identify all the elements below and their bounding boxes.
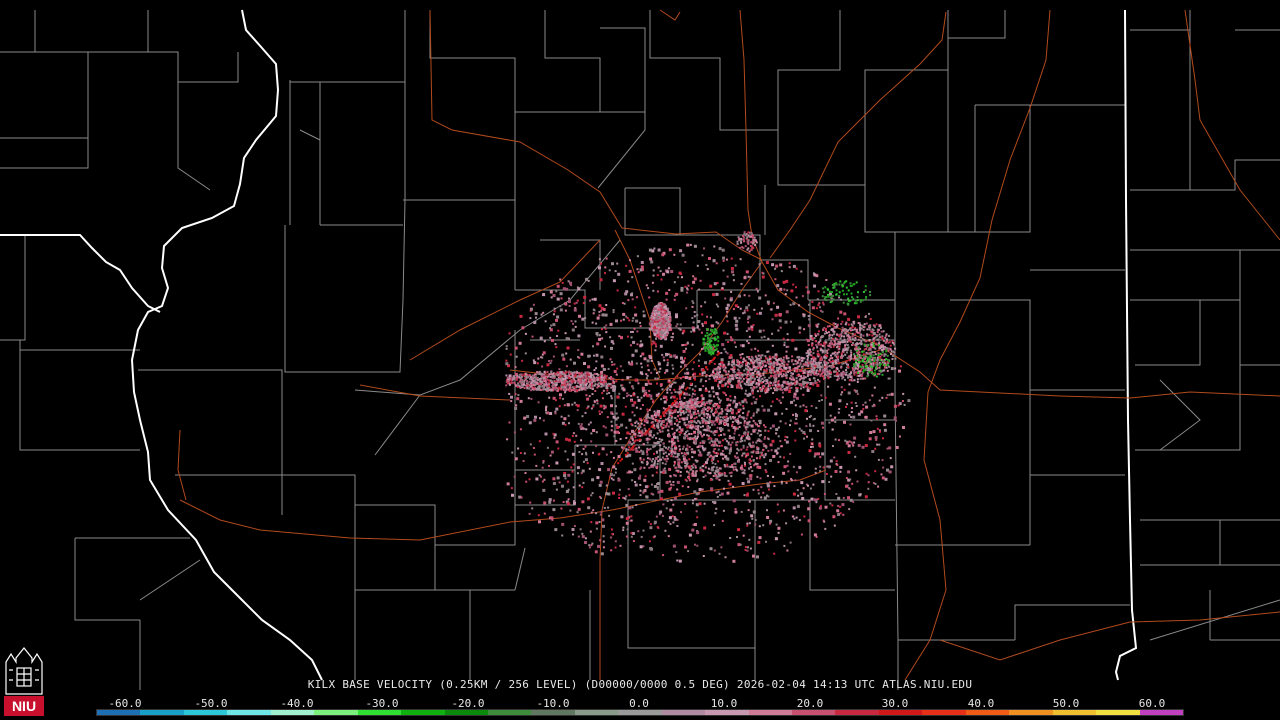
castle-icon bbox=[5, 647, 43, 695]
product-title: KILX BASE VELOCITY (0.25KM / 256 LEVEL) … bbox=[307, 678, 973, 691]
logo-text: NIU bbox=[12, 698, 36, 714]
colorbar-segment bbox=[357, 710, 402, 715]
colorbar-segment bbox=[314, 710, 358, 715]
colorbar-segment bbox=[227, 710, 271, 715]
colorbar-segment bbox=[574, 710, 619, 715]
colorbar-segment bbox=[1139, 710, 1183, 715]
colorbar-segment bbox=[444, 710, 488, 715]
colorbar-segment bbox=[748, 710, 792, 715]
velocity-scale-labels: -60.0 -50.0 -40.0 -30.0 -20.0 -10.0 0.0 … bbox=[0, 697, 1280, 710]
colorbar-segment bbox=[618, 710, 662, 715]
colorbar-segment bbox=[531, 710, 575, 715]
colorbar-segment bbox=[835, 710, 879, 715]
colorbar-segment bbox=[97, 710, 141, 715]
colorbar-segment bbox=[878, 710, 923, 715]
colorbar-segment bbox=[965, 710, 1010, 715]
colorbar-segment bbox=[705, 710, 749, 715]
colorbar-segment bbox=[792, 710, 836, 715]
colorbar-segment bbox=[487, 710, 532, 715]
colorbar-segment bbox=[140, 710, 184, 715]
colorbar-segment bbox=[1009, 710, 1053, 715]
colorbar-segment bbox=[270, 710, 315, 715]
radar-map bbox=[0, 0, 1280, 720]
colorbar-segment bbox=[401, 710, 445, 715]
colorbar-segment bbox=[1096, 710, 1140, 715]
colorbar-segment bbox=[1052, 710, 1097, 715]
colorbar-segment bbox=[922, 710, 966, 715]
velocity-colorbar bbox=[96, 709, 1184, 716]
niu-logo: NIU bbox=[4, 647, 44, 716]
colorbar-segment bbox=[183, 710, 228, 715]
colorbar-segment bbox=[661, 710, 706, 715]
